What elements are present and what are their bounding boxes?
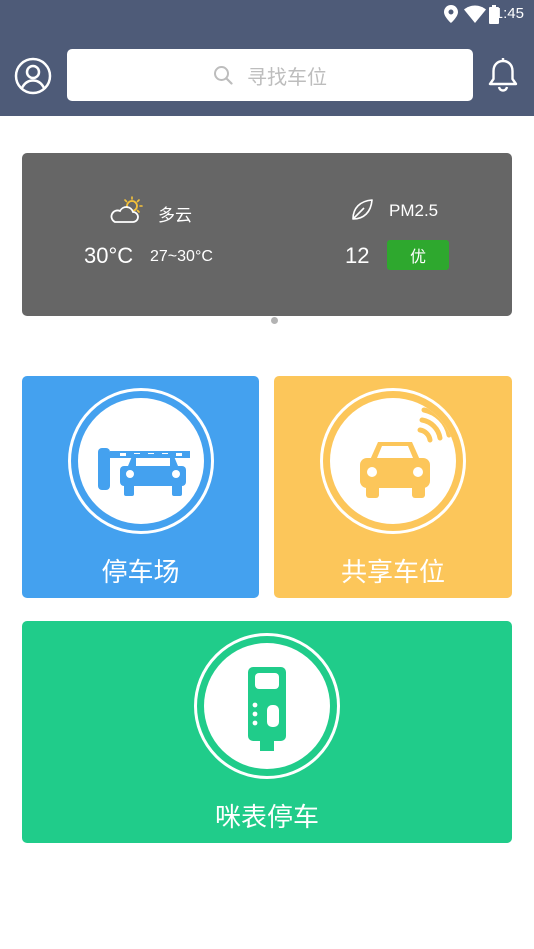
car-signal-icon bbox=[360, 407, 452, 498]
search-placeholder: 寻找车位 bbox=[247, 66, 327, 89]
parking-circle bbox=[68, 388, 214, 534]
shared-spot-tile[interactable]: 共享车位 bbox=[274, 376, 512, 598]
shared-spot-label: 共享车位 bbox=[340, 557, 445, 587]
temperature-range: 27~30°C bbox=[150, 248, 213, 265]
search-icon bbox=[214, 66, 233, 85]
parking-lot-tile[interactable]: 停车场 bbox=[22, 376, 259, 598]
wifi-icon bbox=[464, 5, 486, 23]
profile-icon[interactable] bbox=[14, 57, 52, 95]
leaf-icon bbox=[352, 199, 373, 220]
pm25-label: PM2.5 bbox=[389, 201, 439, 220]
parking-lot-label: 停车场 bbox=[101, 557, 180, 587]
meter-circle bbox=[194, 633, 340, 779]
meter-parking-label: 咪表停车 bbox=[214, 802, 319, 832]
bell-icon[interactable] bbox=[486, 57, 520, 93]
weather-condition: 多云 bbox=[158, 206, 192, 225]
parking-meter-icon bbox=[248, 667, 286, 751]
app-header: 1:45 寻找车位 bbox=[0, 0, 534, 116]
current-temperature: 30°C bbox=[84, 243, 134, 268]
shared-circle bbox=[320, 388, 466, 534]
carousel-indicator bbox=[271, 317, 278, 324]
weather-card[interactable] bbox=[22, 153, 512, 316]
status-time: 1:45 bbox=[494, 5, 524, 22]
air-quality-badge: 优 bbox=[387, 240, 449, 270]
parking-barrier-car-icon bbox=[98, 448, 190, 496]
search-input[interactable]: 寻找车位 bbox=[67, 49, 473, 101]
meter-parking-tile[interactable]: 咪表停车 bbox=[22, 621, 512, 843]
pm25-value: 12 bbox=[345, 243, 370, 268]
location-icon bbox=[444, 5, 458, 23]
partly-cloudy-icon bbox=[110, 196, 143, 223]
status-bar: 1:45 bbox=[0, 0, 534, 30]
